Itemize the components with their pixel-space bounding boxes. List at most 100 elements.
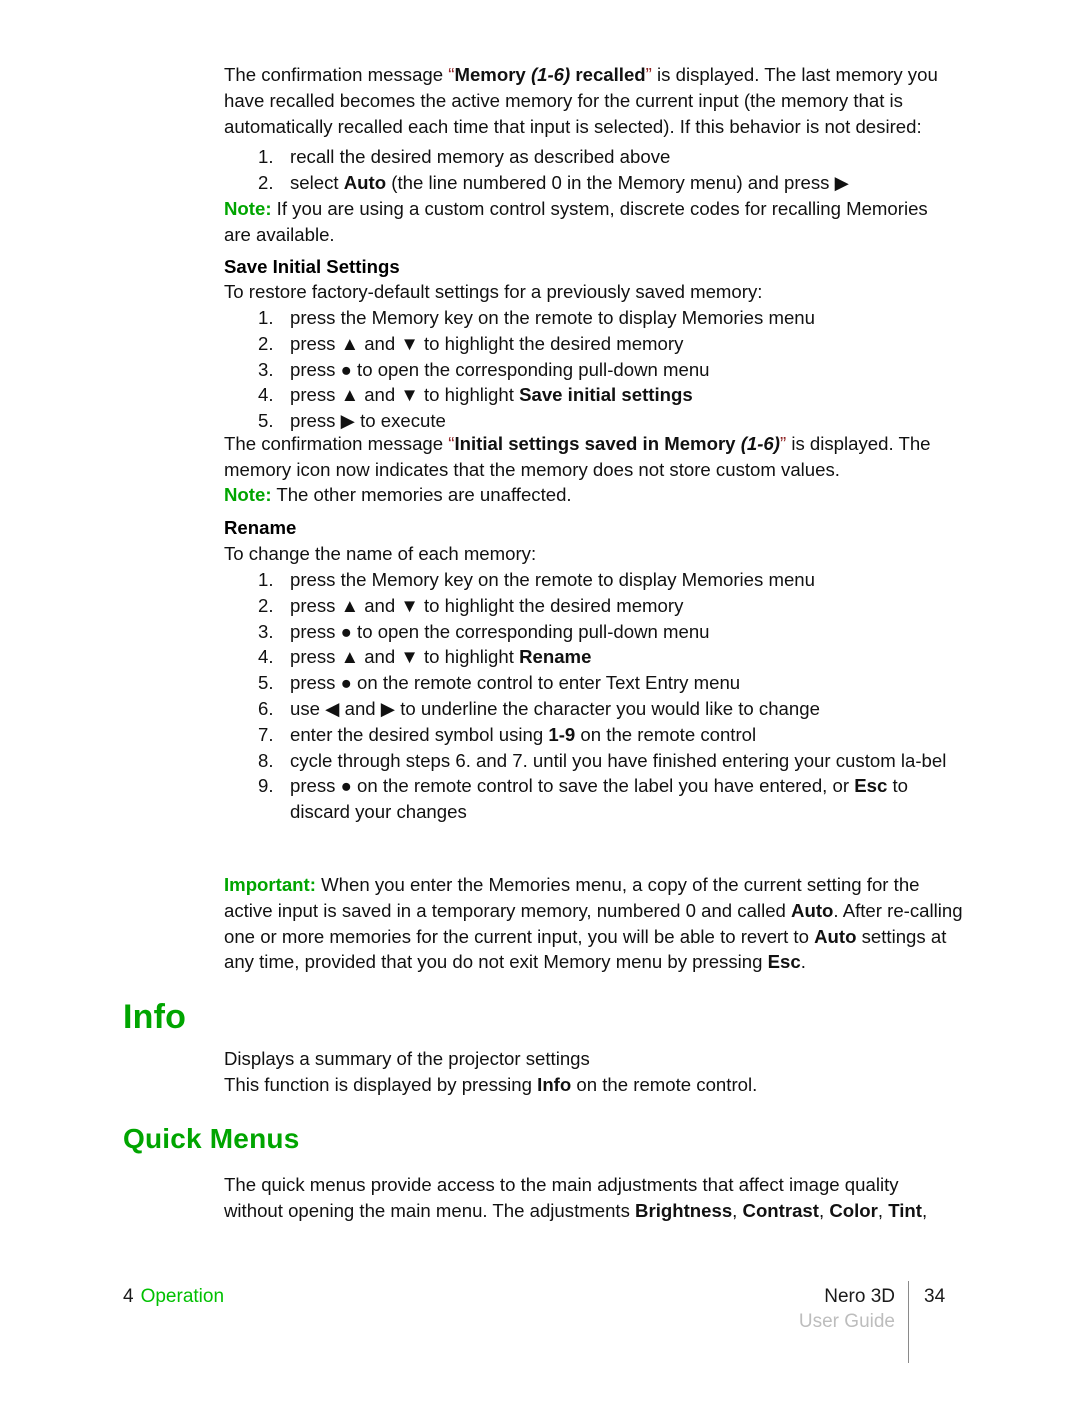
list-marker: 7.	[258, 723, 274, 745]
list-item-pre: select	[290, 171, 344, 193]
list-rename-steps: 1. press the Memory key on the remote to…	[224, 567, 954, 825]
paragraph-change-name: To change the name of each memory:	[224, 543, 537, 564]
list-marker: 3.	[258, 358, 274, 380]
list-marker: 8.	[258, 749, 274, 771]
note-other-memories: Note: The other memories are unaffected.	[224, 482, 954, 508]
list-item: 3. press ● to open the corresponding pul…	[224, 619, 954, 645]
note-text: The other memories are unaffected.	[271, 484, 572, 505]
list-item: 8. cycle through steps 6. and 7. until y…	[224, 748, 954, 774]
para-lead-text: The confirmation message	[224, 64, 449, 85]
list-item-label: press ▲ and ▼ to highlight the desired m…	[290, 332, 684, 354]
list-marker: 5.	[258, 672, 274, 694]
emph-initial-settings-saved: Initial settings saved in Memory	[454, 433, 741, 454]
emph-recalled: recalled	[570, 64, 646, 85]
list-item-label: press ● to open the corresponding pull-d…	[290, 358, 710, 380]
list-marker: 4.	[258, 384, 274, 406]
emph-auto-2: Auto	[814, 925, 857, 947]
list-item-pre: press ▲ and ▼ to highlight	[290, 646, 520, 668]
emph-esc: Esc	[854, 775, 888, 797]
list-item-pre: press ▲ and ▼ to highlight	[290, 384, 520, 406]
subheading-rename: Rename	[224, 517, 297, 538]
list-item: 4. press ▲ and ▼ to highlight Save initi…	[224, 382, 954, 408]
list-marker: 4.	[258, 646, 274, 668]
list-item: 7. enter the desired symbol using 1-9 on…	[224, 722, 954, 748]
emph-memory: Memory	[454, 64, 531, 85]
page-heading-quick-menus: Quick Menus	[123, 1123, 300, 1154]
list-marker: 2.	[258, 171, 274, 193]
emph-info-key: Info	[537, 1073, 572, 1095]
list-item: 4. press ▲ and ▼ to highlight Rename	[224, 644, 954, 670]
page-footer: 4 Operation Nero 3D User Guide 34	[0, 1279, 1080, 1389]
list-item: 9. press ● on the remote control to save…	[224, 773, 954, 825]
list-item-post: (the line numbered 0 in the Memory menu)…	[386, 171, 849, 193]
sep-3: ,	[877, 1199, 889, 1221]
emph-save-initial-settings: Save initial settings	[519, 384, 693, 406]
emph-range: (1-6)	[740, 433, 780, 454]
list-item-pre: enter the desired symbol using	[290, 723, 549, 745]
list-marker: 1.	[258, 146, 274, 167]
list-item-label: press ● on the remote control to enter T…	[290, 672, 741, 694]
sep-1: ,	[732, 1199, 743, 1221]
para-lead-text: The confirmation message	[224, 433, 449, 454]
document-page: The confirmation message “Memory (1-6) r…	[0, 0, 1080, 1403]
footer-chapter-number: 4	[123, 1286, 134, 1307]
footer-chapter-name: Operation	[140, 1286, 225, 1307]
important-label: Important:	[224, 874, 316, 895]
footer-chapter: 4 Operation	[123, 1285, 224, 1309]
important-text-4: .	[800, 951, 806, 973]
list-item-label: use ◀ and ▶ to underline the character y…	[290, 697, 820, 719]
list-item: 2. press ▲ and ▼ to highlight the desire…	[224, 331, 954, 357]
list-item: 2. press ▲ and ▼ to highlight the desire…	[224, 593, 954, 619]
emph-esc: Esc	[767, 951, 801, 973]
emph-range: (1-6)	[530, 64, 571, 85]
paragraph-memory-recalled: The confirmation message “Memory (1-6) r…	[224, 62, 954, 139]
list-item: 1. press the Memory key on the remote to…	[224, 305, 954, 331]
subheading-save-initial-settings: Save Initial Settings	[224, 256, 400, 277]
emph-auto-1: Auto	[791, 899, 834, 921]
note-custom-control: Note: If you are using a custom control …	[224, 196, 954, 248]
list-item: 5. press ● on the remote control to ente…	[224, 670, 954, 696]
emph-digit-range: 1-9	[548, 723, 576, 745]
list-marker: 2.	[258, 594, 274, 616]
list-item: 1. press the Memory key on the remote to…	[224, 567, 954, 593]
list-marker: 9.	[258, 775, 274, 797]
emph-brightness: Brightness	[635, 1199, 733, 1221]
footer-product-name: Nero 3D	[824, 1286, 895, 1307]
paragraph-info-summary: Displays a summary of the projector sett…	[224, 1046, 954, 1098]
list-item-label: press ▶ to execute	[290, 410, 446, 432]
footer-product-block: Nero 3D User Guide	[600, 1285, 895, 1335]
paragraph-info-remote: This function is displayed by pressing I…	[224, 1072, 954, 1098]
list-item-label: press the Memory key on the remote to di…	[290, 569, 815, 590]
emph-color: Color	[829, 1199, 878, 1221]
list-item-label: press the Memory key on the remote to di…	[290, 307, 815, 328]
paragraph-restore-factory-default: To restore factory-default settings for …	[224, 281, 763, 302]
list-item: 1. recall the desired memory as describe…	[224, 144, 954, 170]
list-item-pre: press ● on the remote control to save th…	[290, 775, 855, 797]
emph-tint: Tint	[888, 1199, 922, 1221]
para-post-text: on the remote control.	[571, 1073, 758, 1095]
paragraph-initial-settings-saved: The confirmation message “Initial settin…	[224, 431, 954, 483]
list-recall-steps: 1. recall the desired memory as describe…	[224, 144, 954, 196]
page-heading-info: Info	[123, 998, 187, 1036]
important-memories-note: Important: When you enter the Memories m…	[224, 872, 964, 975]
list-item-label: cycle through steps 6. and 7. until you …	[290, 749, 947, 771]
list-marker: 1.	[258, 569, 274, 590]
list-item: 6. use ◀ and ▶ to underline the characte…	[224, 696, 954, 722]
emph-auto: Auto	[343, 171, 387, 193]
list-item-label: recall the desired memory as described a…	[290, 146, 671, 167]
list-item-label: press ▲ and ▼ to highlight the desired m…	[290, 594, 684, 616]
list-marker: 6.	[258, 697, 274, 719]
list-item-label: press ● to open the corresponding pull-d…	[290, 620, 710, 642]
para-post-text: ,	[921, 1199, 928, 1221]
list-save-initial-steps: 1. press the Memory key on the remote to…	[224, 305, 954, 434]
footer-guide-label: User Guide	[798, 1311, 895, 1332]
paragraph-quick-menus: The quick menus provide access to the ma…	[224, 1172, 956, 1224]
footer-page-number: 34	[924, 1286, 946, 1307]
emph-contrast: Contrast	[742, 1199, 819, 1221]
list-marker: 3.	[258, 620, 274, 642]
para-pre-text: This function is displayed by pressing	[224, 1073, 538, 1095]
note-label: Note:	[224, 198, 272, 219]
list-item: 3. press ● to open the corresponding pul…	[224, 357, 954, 383]
footer-divider	[908, 1281, 909, 1363]
note-label: Note:	[224, 484, 272, 505]
